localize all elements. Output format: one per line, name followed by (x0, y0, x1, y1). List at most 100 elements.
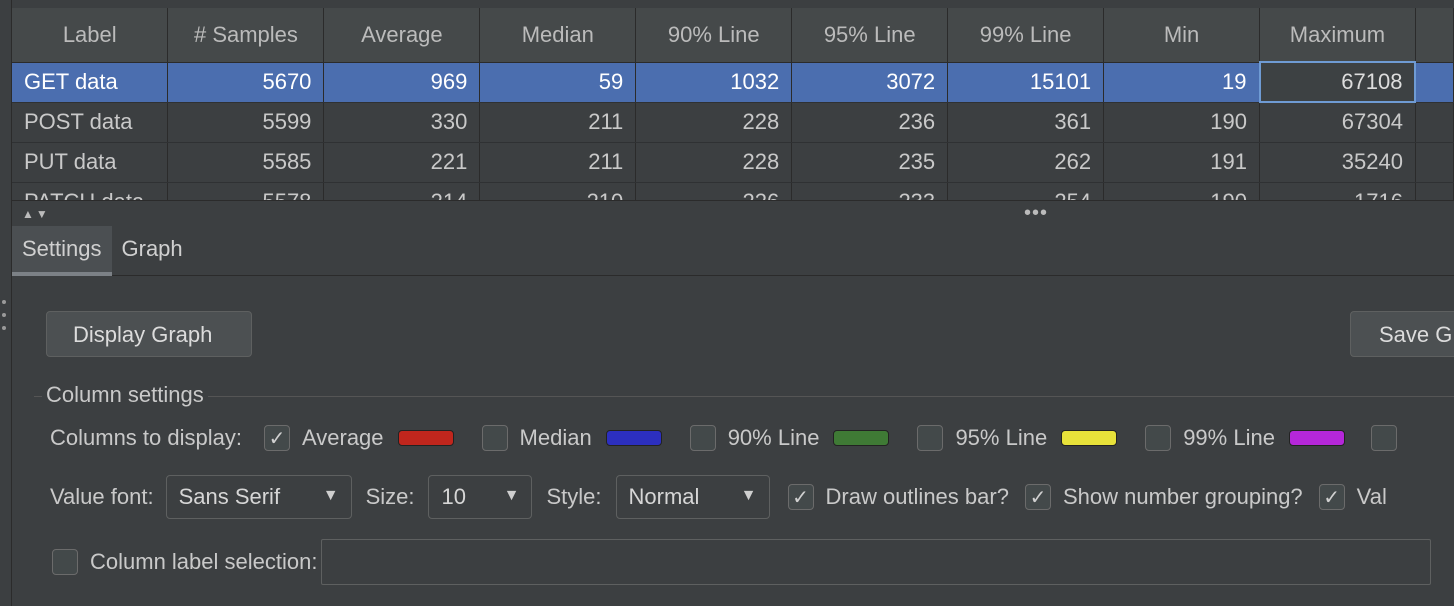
95-line-color-swatch[interactable] (1061, 430, 1118, 446)
save-graph-button[interactable]: Save G (1350, 311, 1454, 357)
cell-min[interactable]: 190 (1103, 182, 1260, 200)
90-line-checkbox[interactable] (689, 425, 716, 451)
column-header-median[interactable]: Median (479, 0, 637, 63)
cell-95-line[interactable]: 3072 (791, 62, 949, 103)
column-header-95-line[interactable]: 95% Line (791, 0, 949, 63)
cell-median[interactable]: 211 (479, 142, 637, 183)
columns-to-display-label: Columns to display: (50, 425, 242, 450)
cell-median[interactable]: 211 (479, 102, 637, 143)
chevron-down-icon: ▼ (503, 487, 520, 504)
size-select[interactable]: 10 ▼ (428, 475, 533, 519)
cell-95-line[interactable]: 235 (791, 142, 949, 183)
value-font-label: Value font: (50, 484, 154, 509)
cell-median[interactable]: 59 (479, 62, 637, 103)
splitter-grip-icon[interactable]: ••• (1024, 202, 1048, 225)
settings-panel: Display Graph Save G Column settings Col… (12, 277, 1454, 606)
column-header-min[interactable]: Min (1103, 0, 1260, 63)
column-label-selection-row: Column label selection: (52, 539, 1432, 585)
cell-99-line[interactable]: 254 (947, 182, 1105, 200)
column-header-label[interactable]: Label (12, 0, 169, 63)
cell-median[interactable]: 210 (479, 182, 637, 200)
drag-handle-icon[interactable] (0, 300, 8, 330)
median-checkbox[interactable] (481, 425, 508, 451)
results-table: Label # Samples Average Median 90% Line … (12, 0, 1454, 200)
median-option-label: Median (519, 425, 592, 450)
display-graph-button[interactable]: Display Graph (46, 311, 252, 357)
cell-90-line[interactable]: 226 (635, 182, 793, 200)
cell-99-line[interactable]: 262 (947, 142, 1105, 183)
cell-overflow (1415, 102, 1454, 143)
column-header-average[interactable]: Average (323, 0, 481, 63)
column-label-selection-input[interactable] (321, 539, 1432, 585)
cell-99-line[interactable]: 15101 (947, 62, 1105, 103)
cell-maximum[interactable]: 67108 (1258, 61, 1417, 103)
cell-label[interactable]: PATCH data (12, 182, 169, 200)
column-header-overflow[interactable] (1415, 0, 1454, 63)
cell-samples[interactable]: 5599 (167, 102, 325, 143)
cell-95-line[interactable]: 236 (791, 102, 949, 143)
average-checkbox[interactable]: ✓ (263, 425, 290, 451)
cell-90-line[interactable]: 1032 (635, 62, 793, 103)
cell-overflow (1415, 182, 1454, 200)
column-header-99-line[interactable]: 99% Line (947, 0, 1105, 63)
cell-label[interactable]: POST data (12, 102, 169, 143)
cell-95-line[interactable]: 233 (791, 182, 949, 200)
value-font-row: Value font: Sans Serif ▼ Size: 10 ▼ Styl… (50, 475, 1387, 519)
value-font-value: Sans Serif (178, 484, 281, 509)
cell-90-line[interactable]: 228 (635, 142, 793, 183)
aggregate-report-table: Label # Samples Average Median 90% Line … (12, 0, 1454, 200)
value-font-select[interactable]: Sans Serif ▼ (165, 475, 352, 519)
table-row[interactable]: PATCH data 5578 214 210 226 233 254 190 … (12, 182, 1454, 200)
99-line-checkbox[interactable] (1145, 425, 1172, 451)
column-settings-divider (34, 396, 1454, 397)
cell-label[interactable]: PUT data (12, 142, 169, 183)
median-color-swatch[interactable] (605, 430, 662, 446)
cell-average[interactable]: 969 (323, 62, 481, 103)
draw-outlines-checkbox[interactable]: ✓ (787, 484, 814, 510)
column-header-samples[interactable]: # Samples (167, 0, 325, 63)
cell-samples[interactable]: 5578 (167, 182, 325, 200)
cell-maximum[interactable]: 35240 (1259, 142, 1416, 183)
table-row[interactable]: POST data 5599 330 211 228 236 361 190 6… (12, 102, 1454, 143)
extra-column-checkbox[interactable] (1370, 425, 1397, 451)
column-header-maximum[interactable]: Maximum (1259, 0, 1416, 63)
chevron-down-icon: ▼ (322, 487, 339, 504)
table-row[interactable]: GET data 5670 969 59 1032 3072 15101 19 … (12, 61, 1454, 103)
tab-bar: Settings Graph (12, 226, 1454, 276)
cell-samples[interactable]: 5585 (167, 142, 325, 183)
draw-outlines-label: Draw outlines bar? (825, 484, 1009, 509)
column-header-90-line[interactable]: 90% Line (635, 0, 793, 63)
left-edge-strip (0, 0, 12, 606)
tab-graph[interactable]: Graph (112, 226, 193, 276)
cell-label[interactable]: GET data (12, 62, 169, 103)
val-checkbox[interactable]: ✓ (1318, 484, 1345, 510)
cell-maximum[interactable]: 1716 (1259, 182, 1416, 200)
table-row[interactable]: PUT data 5585 221 211 228 235 262 191 35… (12, 142, 1454, 183)
val-label: Val (1356, 484, 1387, 509)
cell-min[interactable]: 190 (1103, 102, 1260, 143)
column-label-selection-label: Column label selection: (90, 549, 318, 574)
cell-average[interactable]: 330 (323, 102, 481, 143)
cell-samples[interactable]: 5670 (167, 62, 325, 103)
style-label: Style: (546, 484, 602, 509)
chevron-down-icon: ▼ (740, 487, 757, 504)
cell-average[interactable]: 221 (323, 142, 481, 183)
split-pane-divider[interactable]: ▲▼ ••• (12, 200, 1454, 226)
column-settings-title: Column settings (42, 382, 208, 408)
tab-settings[interactable]: Settings (12, 226, 112, 276)
cell-average[interactable]: 214 (323, 182, 481, 200)
column-label-selection-checkbox[interactable] (52, 549, 78, 575)
columns-to-display-row: Columns to display: ✓ Average Median 90%… (50, 421, 1397, 455)
99-line-color-swatch[interactable] (1288, 430, 1345, 446)
style-select[interactable]: Normal ▼ (615, 475, 770, 519)
average-color-swatch[interactable] (397, 430, 454, 446)
cell-99-line[interactable]: 361 (947, 102, 1105, 143)
show-grouping-checkbox[interactable]: ✓ (1024, 484, 1051, 510)
95-line-checkbox[interactable] (917, 425, 944, 451)
90-line-color-swatch[interactable] (833, 430, 890, 446)
cell-maximum[interactable]: 67304 (1259, 102, 1416, 143)
cell-90-line[interactable]: 228 (635, 102, 793, 143)
cell-min[interactable]: 19 (1103, 62, 1260, 103)
cell-min[interactable]: 191 (1103, 142, 1260, 183)
collapse-arrows-icon[interactable]: ▲▼ (22, 207, 50, 221)
